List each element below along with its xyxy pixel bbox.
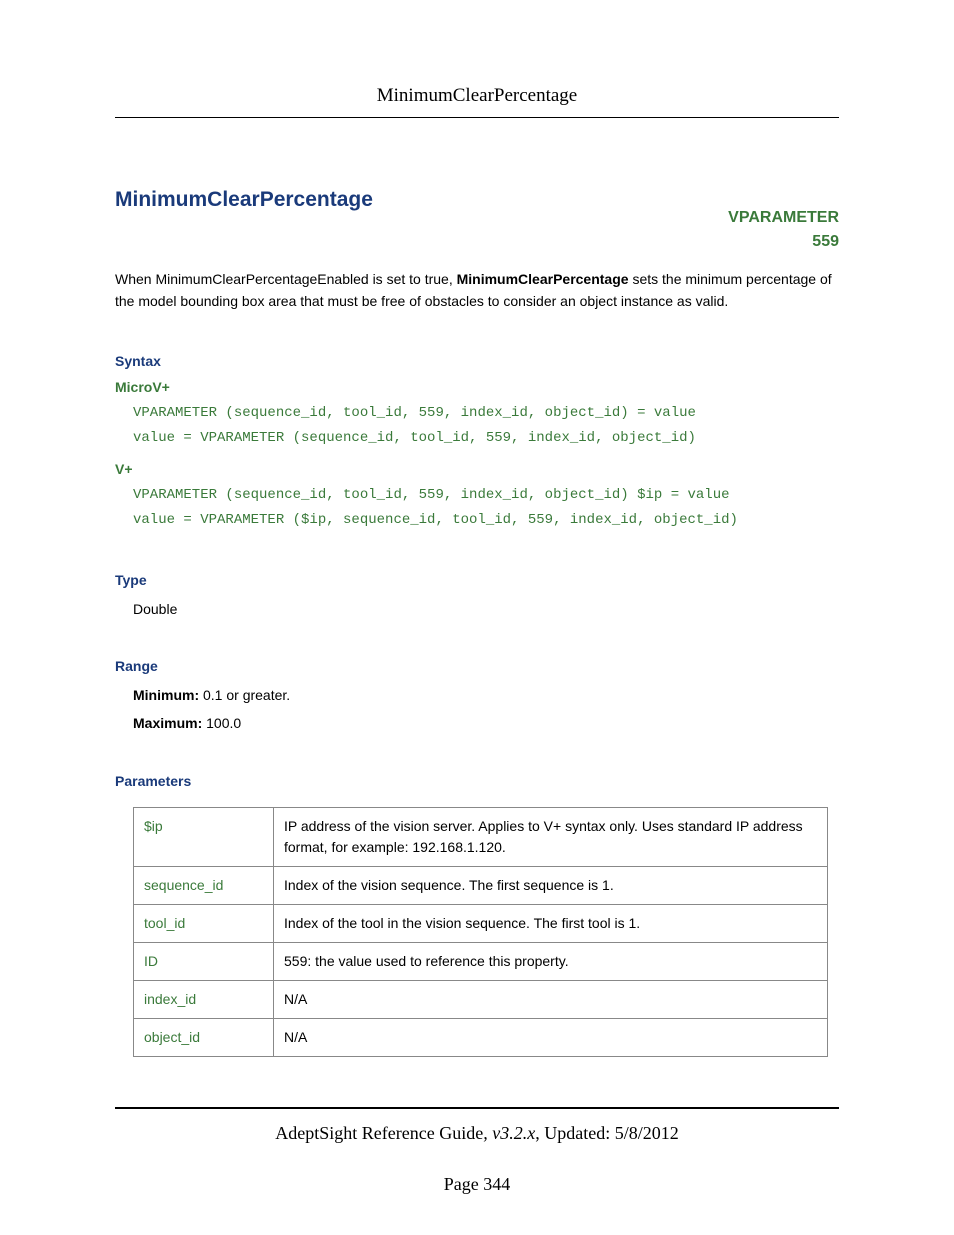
vplus-line1: VPARAMETER (sequence_id, tool_id, 559, i… (133, 487, 730, 503)
type-heading: Type (115, 572, 839, 588)
footer-updated: , Updated: 5/8/2012 (535, 1123, 678, 1143)
param-name: object_id (134, 1018, 274, 1056)
title-row: MinimumClearPercentage VPARAMETER 559 (115, 188, 839, 254)
range-heading: Range (115, 658, 839, 674)
type-value: Double (133, 598, 839, 620)
range-min-label: Minimum: (133, 687, 199, 703)
table-row: $ip IP address of the vision server. App… (134, 807, 828, 866)
footer-text: AdeptSight Reference Guide, v3.2.x, Upda… (115, 1123, 839, 1144)
page-header: MinimumClearPercentage (115, 85, 839, 118)
intro-bold: MinimumClearPercentage (457, 271, 629, 287)
microv-line1: VPARAMETER (sequence_id, tool_id, 559, i… (133, 405, 696, 421)
param-name: sequence_id (134, 866, 274, 904)
param-desc: N/A (274, 1018, 828, 1056)
table-row: index_id N/A (134, 980, 828, 1018)
vparameter-label: VPARAMETER (728, 209, 839, 226)
footer-rule (115, 1107, 839, 1109)
param-desc: IP address of the vision server. Applies… (274, 807, 828, 866)
page-number: Page 344 (115, 1174, 839, 1195)
param-desc: 559: the value used to reference this pr… (274, 942, 828, 980)
table-row: object_id N/A (134, 1018, 828, 1056)
param-desc: Index of the tool in the vision sequence… (274, 904, 828, 942)
range-min-value: 0.1 or greater. (199, 687, 290, 703)
table-row: sequence_id Index of the vision sequence… (134, 866, 828, 904)
range-max: Maximum: 100.0 (133, 712, 839, 734)
table-row: ID 559: the value used to reference this… (134, 942, 828, 980)
range-min: Minimum: 0.1 or greater. (133, 684, 839, 706)
param-name: ID (134, 942, 274, 980)
footer-guide: AdeptSight Reference Guide (275, 1123, 483, 1143)
vplus-label: V+ (115, 461, 839, 477)
parameters-heading: Parameters (115, 773, 839, 789)
header-title: MinimumClearPercentage (377, 85, 578, 106)
vplus-code: VPARAMETER (sequence_id, tool_id, 559, i… (133, 483, 839, 533)
intro-prefix: When MinimumClearPercentageEnabled is se… (115, 271, 457, 287)
vparameter-id: 559 (812, 233, 839, 250)
microv-line2: value = VPARAMETER (sequence_id, tool_id… (133, 430, 696, 446)
range-max-value: 100.0 (202, 715, 241, 731)
param-name: index_id (134, 980, 274, 1018)
param-desc: Index of the vision sequence. The first … (274, 866, 828, 904)
range-max-label: Maximum: (133, 715, 202, 731)
parameters-table: $ip IP address of the vision server. App… (133, 807, 828, 1057)
vparameter-badge: VPARAMETER 559 (728, 206, 839, 254)
param-desc: N/A (274, 980, 828, 1018)
intro-paragraph: When MinimumClearPercentageEnabled is se… (115, 268, 839, 313)
page-title: MinimumClearPercentage (115, 188, 373, 212)
param-name: tool_id (134, 904, 274, 942)
page-footer: AdeptSight Reference Guide, v3.2.x, Upda… (115, 1107, 839, 1195)
footer-version: , v3.2.x (483, 1123, 535, 1143)
vplus-line2: value = VPARAMETER ($ip, sequence_id, to… (133, 512, 738, 528)
param-name: $ip (134, 807, 274, 866)
syntax-heading: Syntax (115, 353, 839, 369)
table-row: tool_id Index of the tool in the vision … (134, 904, 828, 942)
microv-code: VPARAMETER (sequence_id, tool_id, 559, i… (133, 401, 839, 451)
microv-label: MicroV+ (115, 379, 839, 395)
document-page: MinimumClearPercentage MinimumClearPerce… (0, 0, 954, 1235)
